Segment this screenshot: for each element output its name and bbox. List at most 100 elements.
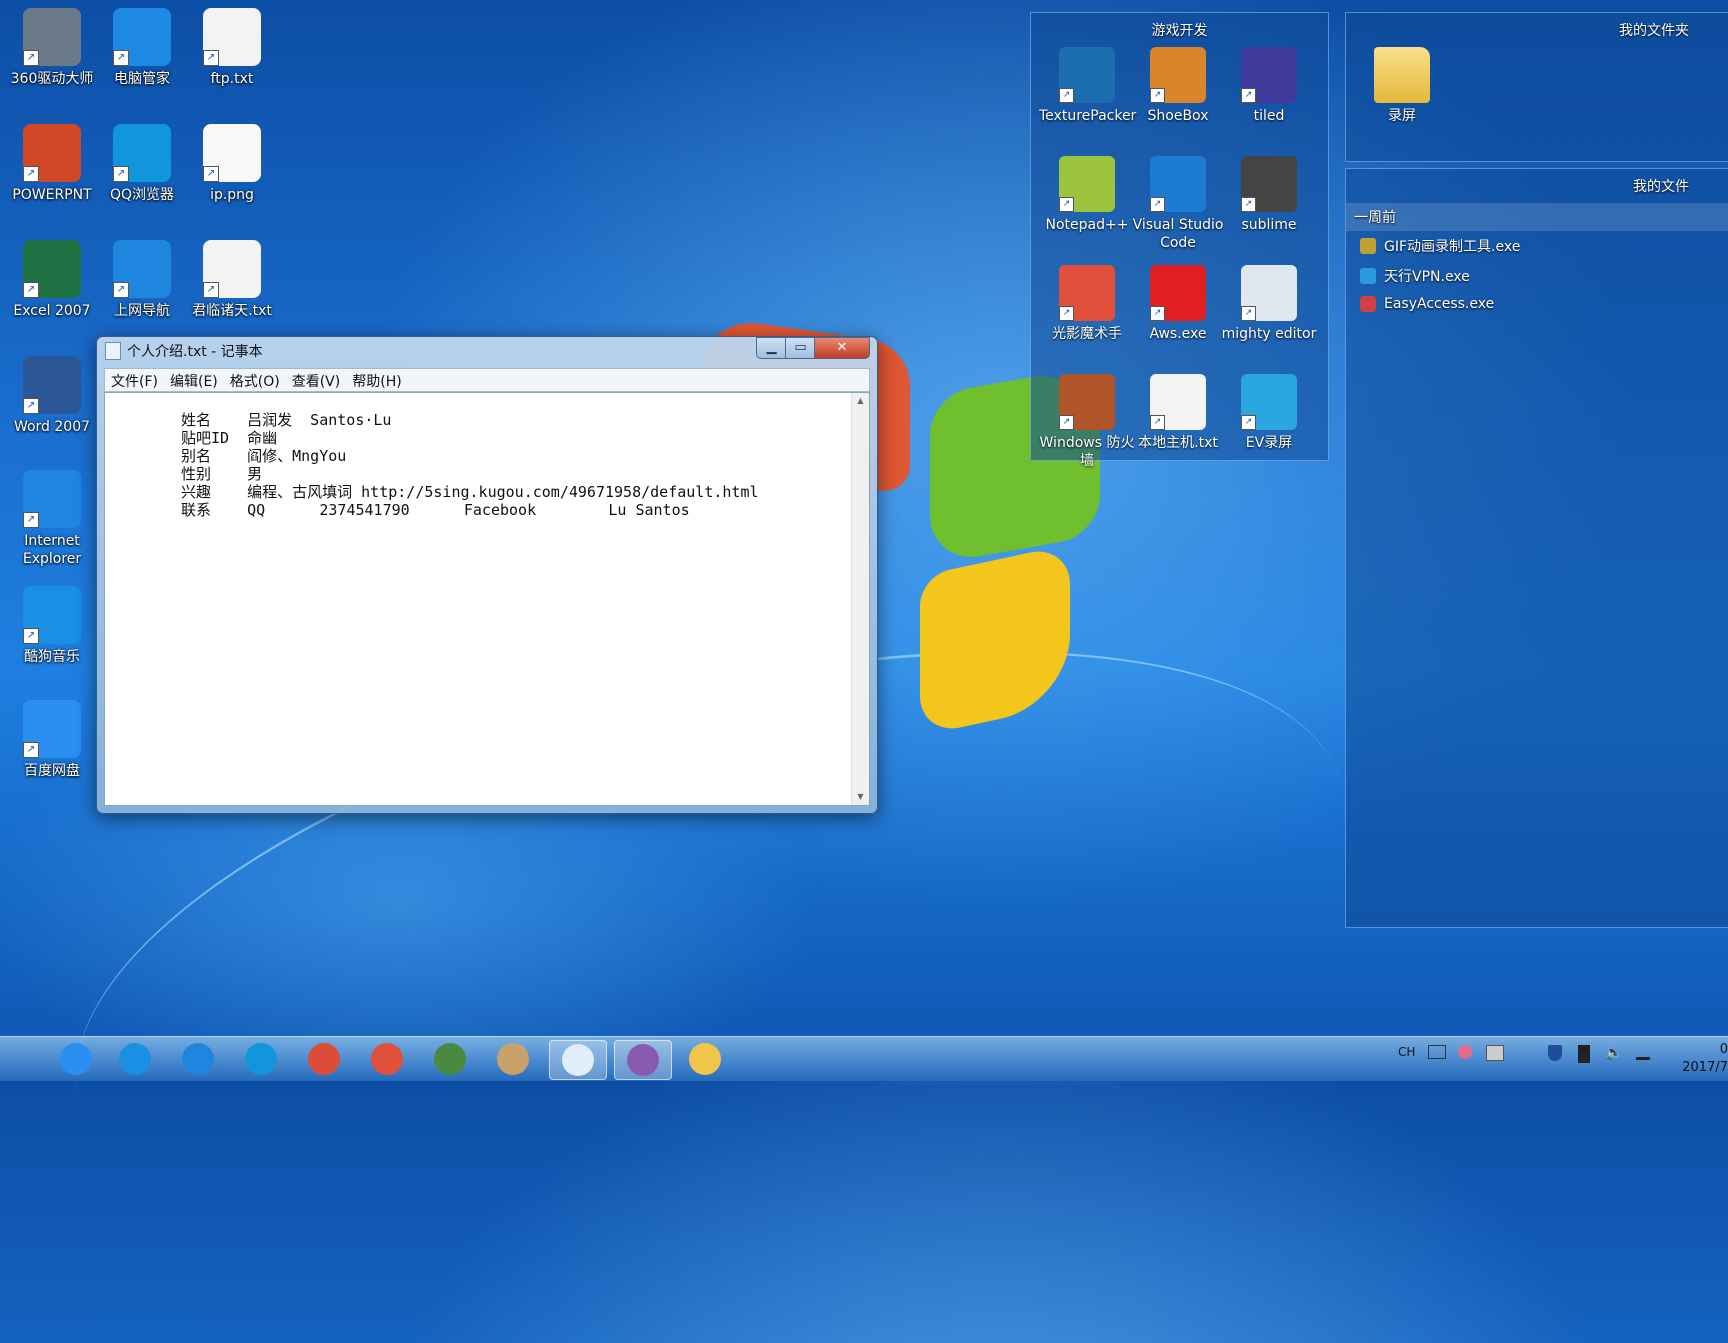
panel-app-icon[interactable]: ↗ ShoeBox (1130, 47, 1226, 125)
menu-file[interactable]: 文件(F) (105, 369, 164, 391)
text-line: 别名 阎修、MngYou (181, 447, 347, 465)
desktop-icon[interactable]: ↗ ftp.txt (184, 8, 280, 88)
panel-app-icon[interactable]: ↗ Notepad++ (1039, 156, 1135, 234)
taskbar-app-button[interactable] (677, 1040, 733, 1078)
settings-icon[interactable] (1486, 1045, 1504, 1061)
scroll-up-icon[interactable]: ▲ (852, 393, 869, 409)
folder-item[interactable]: 录屏 (1354, 47, 1450, 125)
taskbar-app-button[interactable] (614, 1040, 672, 1080)
menu-edit[interactable]: 编辑(E) (164, 369, 224, 391)
taskbar-app-button[interactable] (296, 1040, 352, 1078)
aws-icon: ↗ (1150, 265, 1206, 321)
taskbar-app-button[interactable] (485, 1040, 541, 1078)
taskbar-app-button[interactable] (549, 1040, 607, 1080)
shortcut-arrow-icon: ↗ (1059, 197, 1074, 212)
text-file-icon: ↗ (203, 240, 261, 298)
baidu-cloud-icon (60, 1043, 92, 1075)
battery-icon[interactable] (1578, 1045, 1590, 1063)
desktop-icon[interactable]: ↗ 百度网盘 (4, 700, 100, 780)
panel-app-icon[interactable]: ↗ TexturePacker (1039, 47, 1136, 125)
taskbar-app-button[interactable] (422, 1040, 478, 1078)
panel-app-icon[interactable]: ↗ sublime (1221, 156, 1317, 234)
shortcut-arrow-icon: ↗ (23, 166, 39, 182)
cloud-icon: ↗ (23, 700, 81, 758)
panel-app-icon[interactable]: ↗ Visual Studio Code (1130, 156, 1226, 252)
shortcut-arrow-icon: ↗ (1241, 197, 1256, 212)
browser-icon: ↗ (113, 124, 171, 182)
maximize-button[interactable]: ▭ (785, 337, 816, 359)
file-label: 天行VPN.exe (1384, 269, 1470, 285)
panel-app-icon[interactable]: ↗ Aws.exe (1130, 265, 1226, 343)
shortcut-arrow-icon: ↗ (23, 50, 39, 66)
shortcut-arrow-icon: ↗ (1059, 88, 1074, 103)
panel-app-label: Visual Studio Code (1132, 217, 1224, 251)
panel-app-icon[interactable]: ↗ 光影魔术手 (1039, 265, 1135, 343)
shortcut-arrow-icon: ↗ (113, 50, 129, 66)
folder-icon (1374, 47, 1430, 103)
shortcut-arrow-icon: ↗ (203, 282, 219, 298)
flower-icon[interactable] (1458, 1045, 1472, 1059)
folder-label: 录屏 (1388, 108, 1416, 124)
menu-format[interactable]: 格式(O) (224, 369, 286, 391)
desktop-icon[interactable]: ↗ 电脑管家 (94, 8, 190, 88)
desktop-icon[interactable]: ↗ 君临诸天.txt (184, 240, 280, 320)
file-item[interactable]: 天行VPN.exe (1346, 261, 1728, 291)
game-dev-panel-title: 游戏开发 (1151, 23, 1208, 39)
firewall-icon: ↗ (1059, 374, 1115, 430)
desktop-icon-label: ip.png (210, 187, 254, 203)
desktop-icon[interactable]: ↗ ip.png (184, 124, 280, 204)
panel-app-icon[interactable]: ↗ EV录屏 (1221, 374, 1317, 452)
file-label: GIF动画录制工具.exe (1384, 239, 1521, 255)
panel-app-icon[interactable]: ↗ 本地主机.txt (1130, 374, 1226, 452)
taskbar-app-button[interactable] (48, 1040, 104, 1078)
desktop-icon[interactable]: ↗ 360驱动大师 (4, 8, 100, 88)
shortcut-arrow-icon: ↗ (1150, 88, 1165, 103)
kugou-icon: ↗ (23, 586, 81, 644)
panel-app-label: Aws.exe (1149, 326, 1207, 342)
desktop-icon[interactable]: ↗ Word 2007 (4, 356, 100, 436)
chrome-icon (308, 1043, 340, 1075)
network-icon[interactable] (1636, 1045, 1650, 1060)
desktop-icon-label: 上网导航 (114, 303, 170, 319)
file-item[interactable]: GIF动画录制工具.exe (1346, 231, 1728, 261)
taskbar: CH 🔈 0 2017/7 (0, 1036, 1728, 1081)
close-button[interactable]: ✕ (814, 337, 870, 359)
text-content[interactable]: 姓名 吕润发 Santos·Lu 贴吧ID 命幽 别名 阎修、MngYou 性别 男兴… (105, 393, 851, 805)
vscode-icon: ↗ (1150, 156, 1206, 212)
excel-icon: ↗ (23, 240, 81, 298)
shortcut-arrow-icon: ↗ (23, 742, 39, 758)
volume-icon[interactable]: 🔈 (1605, 1045, 1622, 1061)
my-files-panel: 我的文件 一周前 GIF动画录制工具.exe 天行VPN.exe EasyAcces… (1345, 168, 1728, 928)
panel-app-icon[interactable]: ↗ Windows 防火墙 (1039, 374, 1135, 470)
taskbar-app-button[interactable] (170, 1040, 226, 1078)
desktop-icon[interactable]: ↗ 上网导航 (94, 240, 190, 320)
desktop-icon[interactable]: ↗ QQ浏览器 (94, 124, 190, 204)
text-file-icon: ↗ (203, 8, 261, 66)
minimize-button[interactable]: ▁ (756, 337, 787, 359)
scroll-down-icon[interactable]: ▼ (852, 789, 869, 805)
vertical-scrollbar[interactable]: ▲ ▼ (851, 393, 869, 805)
taskbar-app-button[interactable] (233, 1040, 289, 1078)
text-editor[interactable]: 姓名 吕润发 Santos·Lu 贴吧ID 命幽 别名 阎修、MngYou 性别 男兴… (104, 392, 870, 806)
menu-help[interactable]: 帮助(H) (346, 369, 407, 391)
menu-view[interactable]: 查看(V) (286, 369, 347, 391)
text-file-icon: ↗ (1150, 374, 1206, 430)
file-item[interactable]: EasyAccess.exe (1346, 291, 1728, 317)
exe-icon (1360, 296, 1376, 312)
clock[interactable]: 0 2017/7 (1682, 1041, 1728, 1077)
desktop-icon-label: 百度网盘 (24, 763, 80, 779)
panel-app-icon[interactable]: ↗ tiled (1221, 47, 1317, 125)
desktop-icon[interactable]: ↗ POWERPNT (4, 124, 100, 204)
taskbar-app-button[interactable] (107, 1040, 163, 1078)
panel-app-icon[interactable]: ↗ mighty editor (1221, 265, 1317, 343)
language-indicator[interactable]: CH (1398, 1045, 1415, 1059)
shield-icon[interactable] (1548, 1045, 1562, 1061)
panel-app-label: sublime (1241, 217, 1297, 233)
keyboard-icon[interactable] (1428, 1045, 1446, 1059)
desktop-icon[interactable]: ↗ Excel 2007 (4, 240, 100, 320)
explorer-icon (689, 1043, 721, 1075)
desktop-icon[interactable]: ↗ 酷狗音乐 (4, 586, 100, 666)
taskbar-app-button[interactable] (359, 1040, 415, 1078)
desktop-icon[interactable]: ↗ Internet Explorer (4, 470, 100, 568)
exe-icon (1360, 268, 1376, 284)
